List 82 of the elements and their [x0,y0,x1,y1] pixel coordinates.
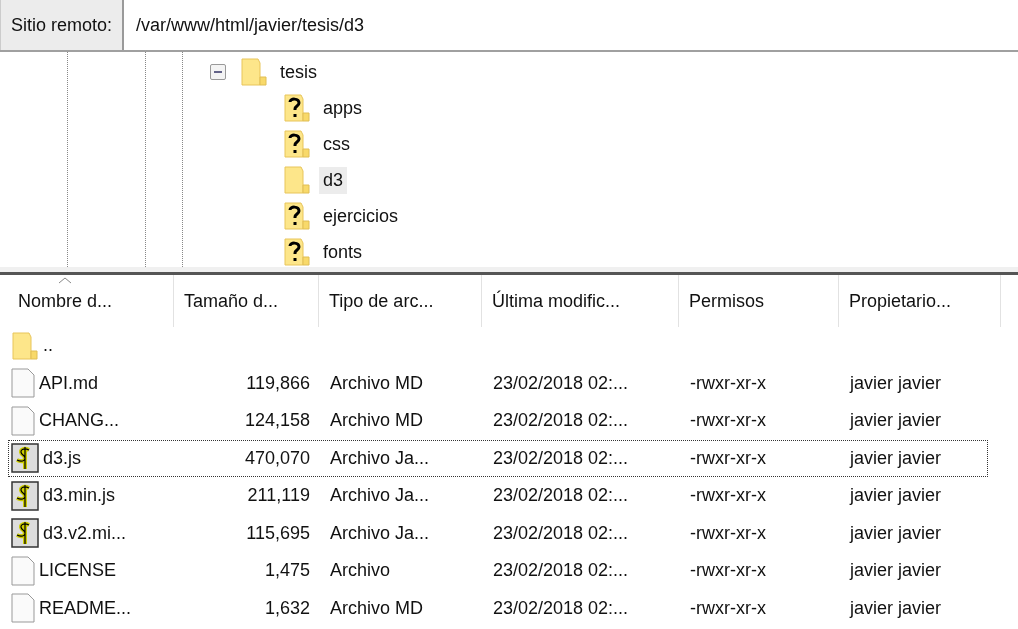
table-cell-text: 1,632 [263,596,311,620]
file-row[interactable]: .. [8,327,988,365]
table-cell-text: 115,695 [245,521,311,545]
table-cell-text: 1,475 [263,559,311,583]
splitter[interactable] [0,267,1018,275]
table-cell-text: -rwxr-xr-x [689,446,767,470]
document-icon [11,405,35,436]
table-cell-text: Archivo MD [329,596,424,620]
document-icon [11,555,35,586]
table-cell-text: Archivo Ja... [329,484,431,508]
tree-item[interactable]: d3 [319,166,348,194]
table-cell-text: -rwxr-xr-x [689,596,767,620]
table-cell-text: 119,866 [245,371,311,395]
collapse-toggle[interactable] [210,64,226,80]
file-name: .. [43,335,53,357]
column-header[interactable]: Propietario... [839,275,1001,327]
table-cell-text: 211,119 [246,484,311,508]
file-row[interactable]: d3.min.js 211,119 Archivo Ja... 23/02/2018 02:... -rwxr-xr-x javier javier [8,477,988,515]
table-cell-text: 470,070 [243,446,311,470]
table-cell-text: 23/02/2018 02:... [492,484,630,508]
tree-item[interactable]: css [319,130,354,158]
file-name: d3.v2.mi... [43,522,127,544]
file-row[interactable]: CHANG... 124,158 Archivo MD 23/02/2018 02:... -rwxr-xr-x javier javier [8,402,988,440]
file-row[interactable]: README... 1,632 Archivo MD 23/02/2018 02:... -rwxr-xr-x javier javier [8,589,988,627]
table-cell-text: 124,158 [243,409,311,433]
table-cell-text: Archivo MD [329,371,424,395]
file-name: d3.js [43,447,82,469]
path-field[interactable]: /var/www/html/javier/tesis/d3 [124,0,1018,50]
document-icon [11,593,35,624]
tree-item[interactable]: tesis [276,58,321,86]
file-name: LICENSE [39,560,117,582]
file-name: CHANG... [39,410,119,432]
table-cell-text: javier javier [848,559,943,583]
table-cell-text: 23/02/2018 02:... [492,521,630,545]
file-row[interactable]: LICENSE 1,475 Archivo 23/02/2018 02:... -rwxr-xr-x javier javier [8,552,988,590]
table-cell-text: javier javier [848,446,943,470]
table-cell-text: -rwxr-xr-x [689,521,767,545]
file-name: d3.min.js [43,485,116,507]
table-cell-text: Archivo Ja... [329,521,431,545]
script-icon [11,518,39,549]
table-cell-text: -rwxr-xr-x [689,484,767,508]
table-cell-text: javier javier [848,521,943,545]
file-row[interactable]: d3.v2.mi... 115,695 Archivo Ja... 23/02/2018 02:... -rwxr-xr-x javier javier [8,514,988,552]
table-cell-text: Archivo Ja... [329,446,431,470]
table-cell-text: 23/02/2018 02:... [492,596,630,620]
table-cell-text: -rwxr-xr-x [689,409,767,433]
table-cell-text: 23/02/2018 02:... [492,409,630,433]
question-folder-icon [283,93,311,123]
column-header[interactable]: Tamaño d... [174,275,319,327]
tree-item[interactable]: ejercicios [319,202,403,230]
table-cell-text: Archivo [329,559,392,583]
file-name: API.md [39,372,99,394]
column-header[interactable]: Nombre d... [8,275,174,327]
script-icon [11,443,39,474]
table-cell-text: Archivo MD [329,409,424,433]
question-folder-icon [283,201,311,231]
table-cell-text: -rwxr-xr-x [689,371,767,395]
file-name: README... [39,597,131,619]
file-row[interactable]: API.md 119,866 Archivo MD 23/02/2018 02:... -rwxr-xr-x javier javier [8,364,988,402]
minus-icon [214,68,222,76]
table-cell-text: 23/02/2018 02:... [492,371,630,395]
folder-icon [240,57,268,87]
tree-item[interactable]: apps [319,94,367,122]
table-cell-text: 23/02/2018 02:... [492,446,630,470]
table-cell-text: 23/02/2018 02:... [492,559,630,583]
table-cell-text: javier javier [848,409,943,433]
column-header[interactable]: Tipo de arc... [319,275,482,327]
question-folder-icon [283,237,311,267]
folder-icon [11,330,39,361]
table-cell-text: -rwxr-xr-x [689,559,767,583]
table-cell-text: javier javier [848,371,943,395]
folder-icon [283,165,311,195]
file-row[interactable]: d3.js 470,070 Archivo Ja... 23/02/2018 02:... -rwxr-xr-x javier javier [8,439,988,477]
table-cell-text: javier javier [848,596,943,620]
table-cell-text: javier javier [848,484,943,508]
tree-item[interactable]: fonts [319,238,367,266]
column-header[interactable]: Última modific... [482,275,679,327]
question-folder-icon [283,129,311,159]
remote-site-label: Sitio remoto: [0,0,125,50]
column-header[interactable]: Permisos [679,275,839,327]
script-icon [11,480,39,511]
document-icon [11,368,35,399]
